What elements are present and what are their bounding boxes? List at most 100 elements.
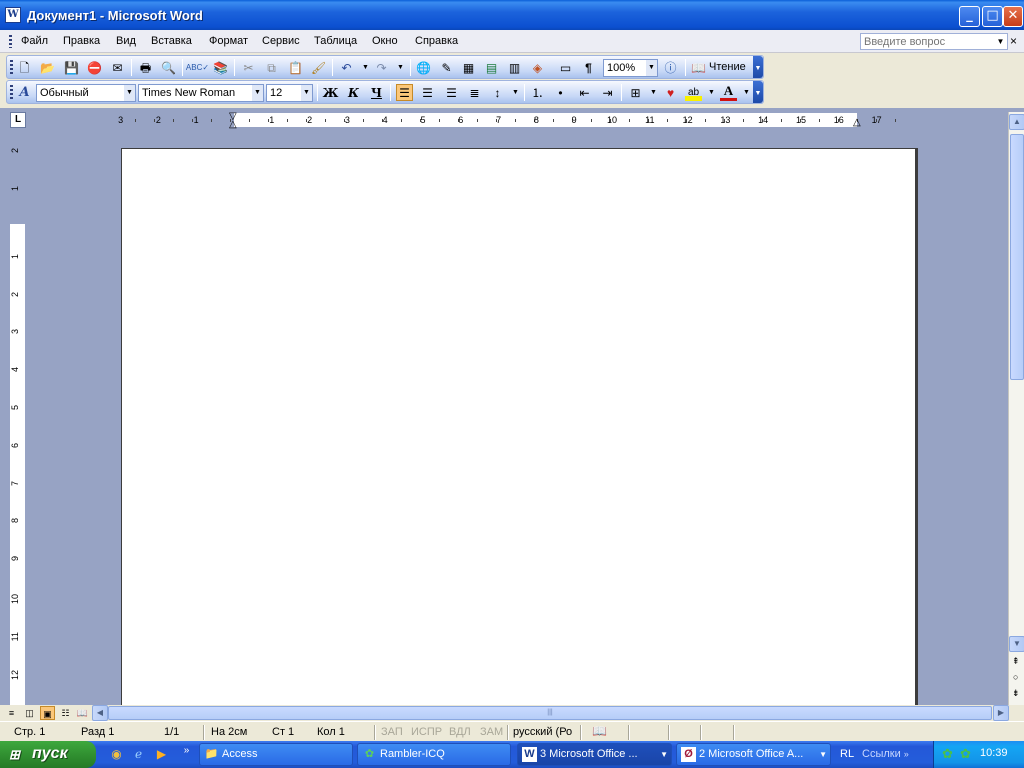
align-left-icon[interactable]: ☰ (396, 84, 413, 101)
horizontal-scroll-thumb[interactable]: ||| (108, 706, 992, 720)
print-icon[interactable]: 🖶 (137, 59, 154, 76)
vertical-scroll-thumb[interactable] (1010, 134, 1024, 380)
font-size-combo[interactable]: 12 ▼ (266, 84, 313, 102)
save-icon[interactable]: 💾 (63, 59, 80, 76)
redo-icon[interactable]: ↷ (373, 59, 390, 76)
status-column[interactable]: Кол 1 (317, 726, 345, 738)
web-view-icon[interactable]: ◫ (22, 706, 37, 720)
chevron-down-icon[interactable]: ▼ (124, 85, 135, 101)
minimize-button[interactable]: _ (959, 6, 980, 27)
menu-table[interactable]: Таблица (314, 35, 357, 47)
tab-selector[interactable]: L (10, 112, 26, 128)
word-app-icon[interactable]: W (5, 7, 21, 23)
bold-button[interactable]: Ж (322, 84, 339, 101)
spelling-icon[interactable]: ABC✓ (186, 59, 209, 76)
select-browse-object-icon[interactable]: ○ (1013, 672, 1018, 682)
italic-button[interactable]: К (345, 84, 362, 101)
numbering-icon[interactable]: ⒈ (529, 84, 546, 101)
menu-insert[interactable]: Вставка (151, 35, 192, 47)
chevron-down-icon[interactable]: ▼ (646, 60, 657, 76)
undo-dropdown-icon[interactable]: ▼ (357, 59, 374, 76)
reading-view-icon[interactable]: 📖 (75, 706, 90, 720)
format-painter-icon[interactable]: 🖌 (310, 59, 327, 76)
horizontal-ruler[interactable]: 3 2 1 1 2 3 4 5 6 7 8 9 10 11 12 13 14 15 16 17 ▽ △ △ (117, 111, 914, 130)
quick-launch-outlook-icon[interactable]: ◉ (108, 746, 125, 763)
document-page[interactable] (121, 148, 916, 705)
print-preview-icon[interactable]: 🔍 (160, 59, 177, 76)
maximize-button[interactable]: □ (982, 6, 1003, 27)
insert-excel-icon[interactable]: ▤ (483, 59, 500, 76)
task-access-group[interactable]: Ø 2 Microsoft Office A... ▼ (676, 743, 831, 766)
language-indicator[interactable]: RL (840, 748, 854, 760)
task-access[interactable]: 📁 Access (199, 743, 353, 766)
quick-launch-more-icon[interactable]: » (178, 742, 195, 759)
insert-table-icon[interactable]: ▦ (460, 59, 477, 76)
document-map-icon[interactable]: ▭ (557, 59, 574, 76)
email-icon[interactable]: ✉ (109, 59, 126, 76)
hyperlink-icon[interactable]: 🌐 (415, 59, 432, 76)
copy-icon[interactable]: ⧉ (263, 59, 280, 76)
normal-view-icon[interactable]: ≡ (4, 706, 19, 720)
font-color-icon[interactable]: A (720, 83, 737, 101)
right-indent-icon[interactable]: △ (853, 117, 861, 128)
bullets-icon[interactable]: • (552, 84, 569, 101)
cut-icon[interactable]: ✂ (240, 59, 257, 76)
vertical-scrollbar[interactable]: ▲ ▼ ⇞ ○ ⇟ (1008, 112, 1024, 705)
next-page-icon[interactable]: ⇟ (1012, 688, 1020, 699)
print-view-icon[interactable]: ▣ (40, 706, 55, 720)
menu-help[interactable]: Справка (415, 35, 458, 47)
styles-icon[interactable]: A (16, 84, 33, 101)
scroll-left-icon[interactable]: ◀ (92, 705, 108, 721)
scroll-right-icon[interactable]: ▶ (993, 705, 1009, 721)
reading-button[interactable]: Чтение (709, 61, 746, 73)
undo-icon[interactable]: ↶ (338, 59, 355, 76)
task-rambler-icq[interactable]: ✿ Rambler-ICQ (357, 743, 511, 766)
status-section[interactable]: Разд 1 (81, 726, 114, 738)
status-extend[interactable]: ВДЛ (449, 726, 471, 738)
columns-icon[interactable]: ▥ (506, 59, 523, 76)
title-bar[interactable]: W Документ1 - Microsoft Word _ □ ✕ (0, 0, 1024, 30)
chevron-down-icon[interactable]: ▼ (252, 85, 263, 101)
redo-dropdown-icon[interactable]: ▼ (392, 59, 409, 76)
status-page[interactable]: Стр. 1 (14, 726, 45, 738)
borders-icon[interactable]: ⊞ (627, 84, 644, 101)
align-center-icon[interactable]: ☰ (419, 84, 436, 101)
scroll-up-icon[interactable]: ▲ (1009, 114, 1024, 130)
spelling-status-icon[interactable]: 📖 (592, 724, 607, 738)
show-formatting-icon[interactable]: ¶ (580, 59, 597, 76)
line-spacing-dropdown-icon[interactable]: ▼ (507, 84, 524, 101)
decrease-indent-icon[interactable]: ⇤ (576, 84, 593, 101)
status-line[interactable]: Ст 1 (272, 726, 294, 738)
status-overtype[interactable]: ЗАМ (480, 726, 503, 738)
menu-tools[interactable]: Сервис (262, 35, 300, 47)
quick-launch-media-icon[interactable]: ▶ (153, 746, 170, 763)
menu-view[interactable]: Вид (116, 35, 136, 47)
help-icon[interactable]: ⓘ (662, 59, 679, 76)
scroll-down-icon[interactable]: ▼ (1009, 636, 1024, 652)
heart-icon[interactable]: ♥ (662, 84, 679, 101)
font-combo[interactable]: Times New Roman ▼ (138, 84, 264, 102)
paste-icon[interactable]: 📋 (287, 59, 304, 76)
tables-borders-icon[interactable]: ✎ (438, 59, 455, 76)
style-combo[interactable]: Обычный ▼ (36, 84, 136, 102)
start-button[interactable]: ⊞ пуск (0, 741, 96, 768)
quick-launch-ie-icon[interactable]: ℯ (130, 746, 147, 763)
close-button[interactable]: ✕ (1003, 6, 1023, 27)
network-icon[interactable]: ✿ (942, 746, 953, 762)
ask-question-input[interactable] (860, 33, 1008, 50)
status-record[interactable]: ЗАП (381, 726, 403, 738)
chevron-down-icon[interactable]: ▼ (301, 85, 312, 101)
reading-icon[interactable]: 📖 (690, 59, 707, 76)
line-spacing-icon[interactable]: ↕ (489, 84, 506, 101)
justify-icon[interactable]: ≣ (466, 84, 483, 101)
left-indent-icon[interactable]: △ (229, 119, 237, 130)
research-icon[interactable]: 📚 (212, 59, 229, 76)
menu-format[interactable]: Формат (209, 35, 248, 47)
links-toolbar[interactable]: Ссылки » (862, 748, 909, 760)
open-icon[interactable]: 📂 (39, 59, 56, 76)
new-icon[interactable]: 🗋 (16, 59, 33, 76)
toolbar-options-icon[interactable]: ▼ (753, 56, 763, 78)
underline-button[interactable]: Ч (368, 84, 385, 101)
permission-icon[interactable]: ⛔ (86, 59, 103, 76)
toolbar-grip[interactable] (10, 85, 13, 101)
